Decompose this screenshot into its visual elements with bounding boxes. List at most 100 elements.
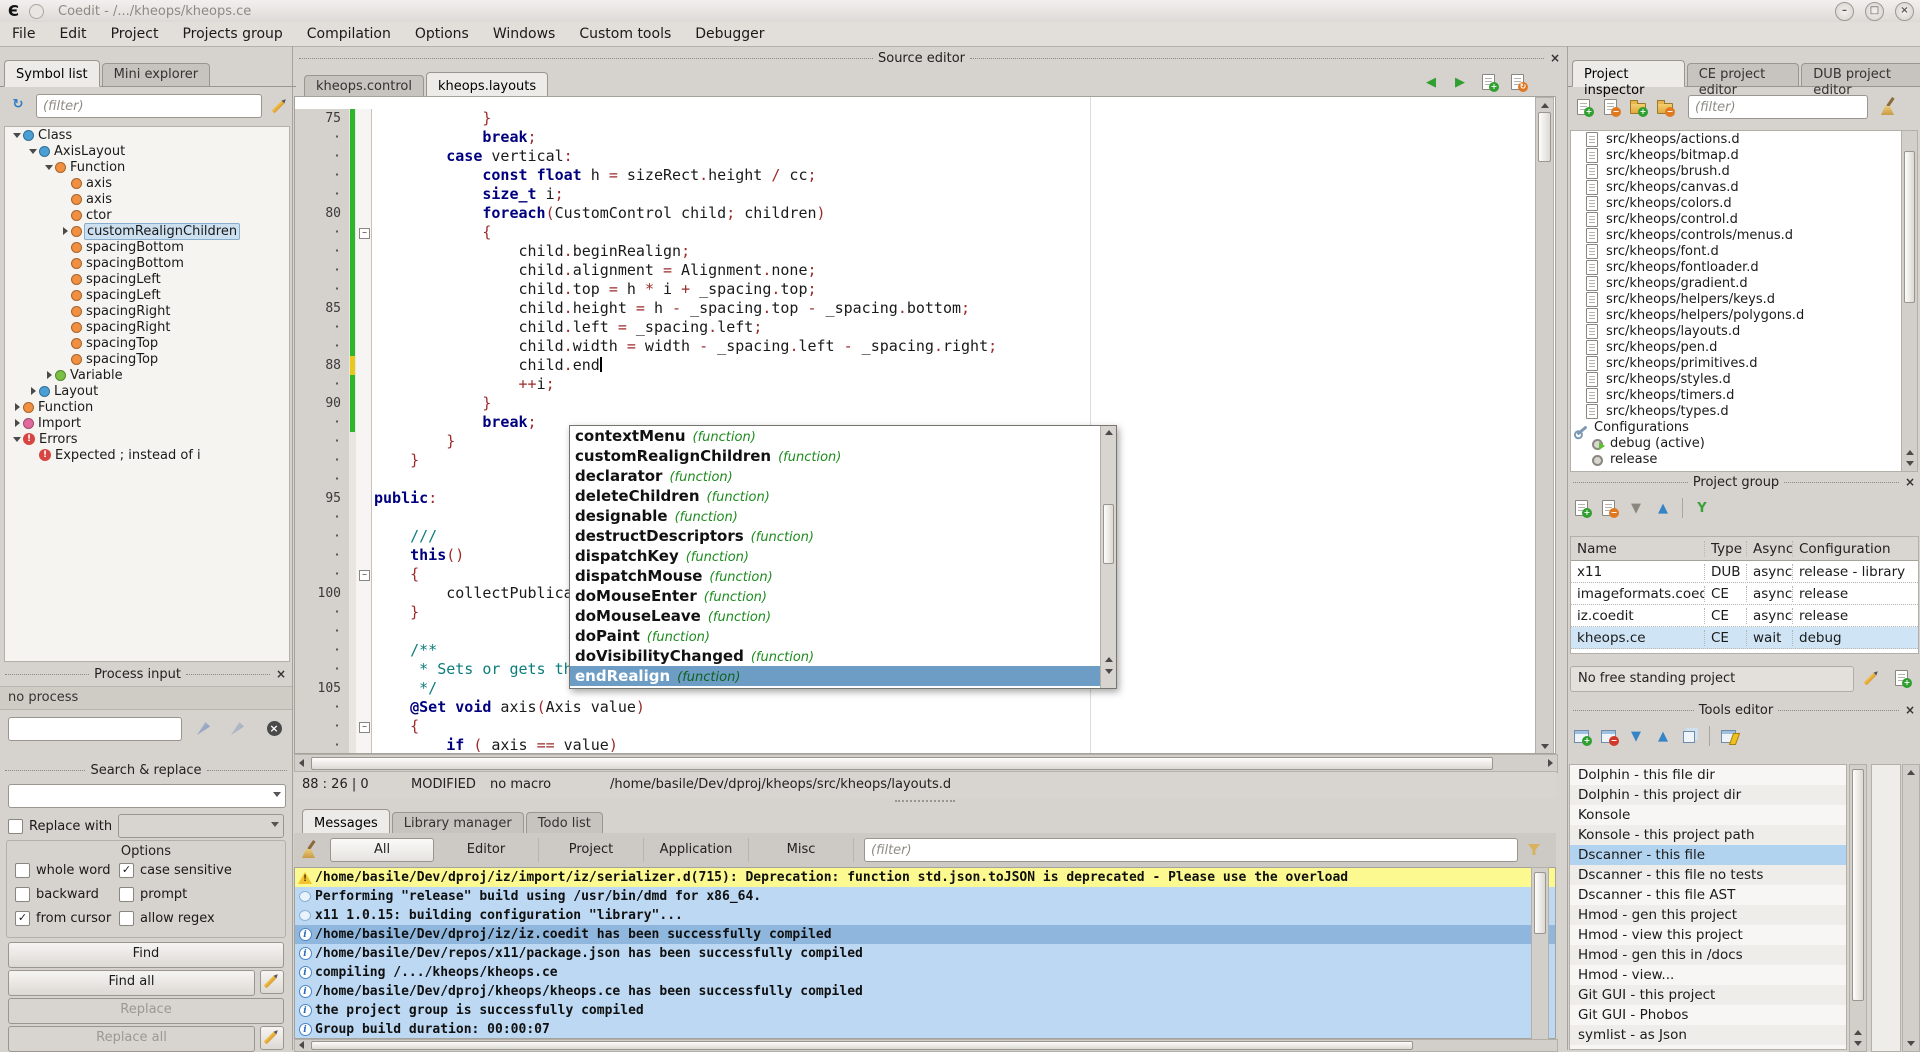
symbol-spacingtop[interactable]: spacingTop — [5, 351, 289, 367]
symbol-axis[interactable]: axis — [5, 175, 289, 191]
filter-application[interactable]: Application — [644, 838, 749, 862]
fold-collapse-icon[interactable]: − — [359, 722, 370, 733]
close-icon[interactable]: × — [275, 667, 287, 681]
close-icon[interactable]: × — [1904, 475, 1916, 489]
tool-hmod-gen-this-in-docs[interactable]: Hmod - gen this in /docs — [1570, 945, 1846, 965]
checkbox-case-sensitive[interactable]: ✓ — [119, 863, 134, 878]
minimize-button[interactable]: – — [1835, 2, 1854, 21]
symbol-variable[interactable]: Variable — [5, 367, 289, 383]
doc-remove-button[interactable]: − — [1599, 95, 1623, 119]
project-row-imageformats-coedit[interactable]: imageformats.coeditCEasyncrelease — [1571, 583, 1918, 605]
symbol-class[interactable]: Class — [5, 127, 289, 143]
completion-item-contextmenu[interactable]: contextMenu(function) — [570, 426, 1100, 446]
messages-splitter[interactable] — [294, 797, 1556, 805]
code-line-75[interactable]: 75 } — [295, 109, 1555, 128]
edit-free-project-button[interactable] — [1860, 666, 1884, 690]
tool-run-button[interactable] — [1717, 724, 1741, 748]
project-file-src-kheops-font-d[interactable]: src/kheops/font.d — [1571, 243, 1903, 259]
group-doc-add-button[interactable]: + — [1570, 496, 1594, 520]
log-message[interactable]: ithe project group is successfully compi… — [295, 1001, 1555, 1020]
messages-tab-library-manager[interactable]: Library manager — [392, 812, 524, 835]
tool-hmod-view-this-project[interactable]: Hmod - view this project — [1570, 925, 1846, 945]
project-row-iz-coedit[interactable]: iz.coeditCEasyncrelease — [1571, 605, 1918, 627]
log-message[interactable]: iGroup build duration: 00:00:07 — [295, 1020, 1555, 1039]
completion-item-dovisibilitychanged[interactable]: doVisibilityChanged(function) — [570, 646, 1100, 666]
find-all-options-button[interactable] — [260, 970, 284, 994]
close-icon[interactable]: × — [1549, 51, 1561, 65]
tab-mini-explorer[interactable]: Mini explorer — [102, 63, 211, 86]
symbol-spacingleft[interactable]: spacingLeft — [5, 287, 289, 303]
project-file-src-kheops-colors-d[interactable]: src/kheops/colors.d — [1571, 195, 1903, 211]
code-line-108[interactable]: · if (_axis == value) — [295, 736, 1555, 754]
tab-ce-project-editor[interactable]: CE project editor — [1687, 63, 1800, 86]
edit-input-button[interactable] — [226, 717, 250, 741]
symbol-function[interactable]: Function — [5, 399, 289, 415]
expand-icon[interactable] — [31, 387, 36, 395]
tab-dub-project-editor[interactable]: DUB project editor — [1801, 63, 1920, 86]
messages-tab-messages[interactable]: Messages — [302, 809, 390, 836]
configuration-release[interactable]: release — [1571, 451, 1903, 467]
project-tree-scrollbar[interactable] — [1901, 130, 1918, 472]
tool-dolphin-this-file-dir[interactable]: Dolphin - this file dir — [1570, 765, 1846, 785]
checkbox-prompt[interactable] — [119, 887, 134, 902]
doc-add-button[interactable]: + — [1572, 95, 1596, 119]
project-row-kheops-ce[interactable]: kheops.ceCEwaitdebug — [1571, 627, 1918, 649]
project-filter-input[interactable] — [1688, 95, 1868, 119]
symbol-expected-instead-of-i[interactable]: !Expected ; instead of i — [5, 447, 289, 463]
log-message[interactable]: i/home/basile/Dev/dproj/iz/iz.coedit has… — [295, 925, 1555, 944]
checkbox-backward[interactable] — [15, 887, 30, 902]
replace-combo[interactable] — [118, 814, 284, 838]
search-combo[interactable] — [8, 784, 286, 808]
project-file-src-kheops-control-d[interactable]: src/kheops/control.d — [1571, 211, 1903, 227]
tool-hmod-gen-this-project[interactable]: Hmod - gen this project — [1570, 905, 1846, 925]
completion-item-endrealign[interactable]: endRealign(function) — [570, 666, 1100, 686]
project-file-src-kheops-gradient-d[interactable]: src/kheops/gradient.d — [1571, 275, 1903, 291]
tool-win-add-button[interactable]: + — [1570, 724, 1594, 748]
filter-misc[interactable]: Misc — [749, 838, 854, 862]
collapse-icon[interactable] — [29, 149, 37, 154]
symbol-spacingtop[interactable]: spacingTop — [5, 335, 289, 351]
completion-item-dispatchkey[interactable]: dispatchKey(function) — [570, 546, 1100, 566]
tab-project-inspector[interactable]: Project inspector — [1572, 60, 1685, 87]
messages-vscrollbar[interactable] — [1531, 867, 1549, 1041]
symbol-spacingright[interactable]: spacingRight — [5, 303, 289, 319]
symbol-spacingbottom[interactable]: spacingBottom — [5, 255, 289, 271]
filter-project[interactable]: Project — [539, 838, 644, 862]
code-line-107[interactable]: ·− { — [295, 717, 1555, 736]
tool-git-gui-this-project[interactable]: Git GUI - this project — [1570, 985, 1846, 1005]
completion-item-declarator[interactable]: declarator(function) — [570, 466, 1100, 486]
code-line-86[interactable]: · child.left = _spacing.left; — [295, 318, 1555, 337]
symbol-spacingbottom[interactable]: spacingBottom — [5, 239, 289, 255]
doc-reload-button[interactable]: ↻ — [1506, 70, 1530, 94]
fold-collapse-icon[interactable]: − — [359, 570, 370, 581]
expand-icon[interactable] — [63, 227, 68, 235]
code-line-89[interactable]: · ++i; — [295, 375, 1555, 394]
tab-symbol-list[interactable]: Symbol list — [4, 60, 100, 87]
symbol-axis[interactable]: axis — [5, 191, 289, 207]
project-file-src-kheops-layouts-d[interactable]: src/kheops/layouts.d — [1571, 323, 1903, 339]
symbol-customrealignchildren[interactable]: customRealignChildren — [5, 223, 289, 239]
group-move-up-button[interactable]: ▲ — [1651, 496, 1675, 520]
configuration-debug-active[interactable]: debug (active) — [1571, 435, 1903, 451]
code-line-85[interactable]: 85 child.height = h - _spacing.top - _sp… — [295, 299, 1555, 318]
project-row-x11[interactable]: x11DUBasyncrelease - library — [1571, 561, 1918, 583]
symbol-import[interactable]: Import — [5, 415, 289, 431]
menu-file[interactable]: File — [0, 23, 47, 46]
tools-list-scrollbar[interactable] — [1849, 764, 1867, 1052]
project-file-src-kheops-styles-d[interactable]: src/kheops/styles.d — [1571, 371, 1903, 387]
menu-windows[interactable]: Windows — [481, 23, 568, 46]
new-free-project-button[interactable]: + — [1890, 666, 1914, 690]
project-file-src-kheops-helpers-keys-d[interactable]: src/kheops/helpers/keys.d — [1571, 291, 1903, 307]
doc-add-button[interactable]: + — [1477, 70, 1501, 94]
checkbox-whole-word[interactable] — [15, 863, 30, 878]
messages-tab-todo-list[interactable]: Todo list — [526, 812, 603, 835]
messages-filter-input[interactable] — [864, 838, 1518, 862]
checkbox-allow-regex[interactable] — [119, 911, 134, 926]
tool-dscanner-this-file-ast[interactable]: Dscanner - this file AST — [1570, 885, 1846, 905]
tool-move-up-blue-button[interactable]: ▲ — [1651, 724, 1675, 748]
project-file-src-kheops-canvas-d[interactable]: src/kheops/canvas.d — [1571, 179, 1903, 195]
close-icon[interactable]: × — [1904, 703, 1916, 717]
tool-parameters-scrollbar[interactable] — [1902, 764, 1920, 1052]
scroll-up-icon[interactable] — [1105, 430, 1113, 435]
menu-projects-group[interactable]: Projects group — [170, 23, 294, 46]
